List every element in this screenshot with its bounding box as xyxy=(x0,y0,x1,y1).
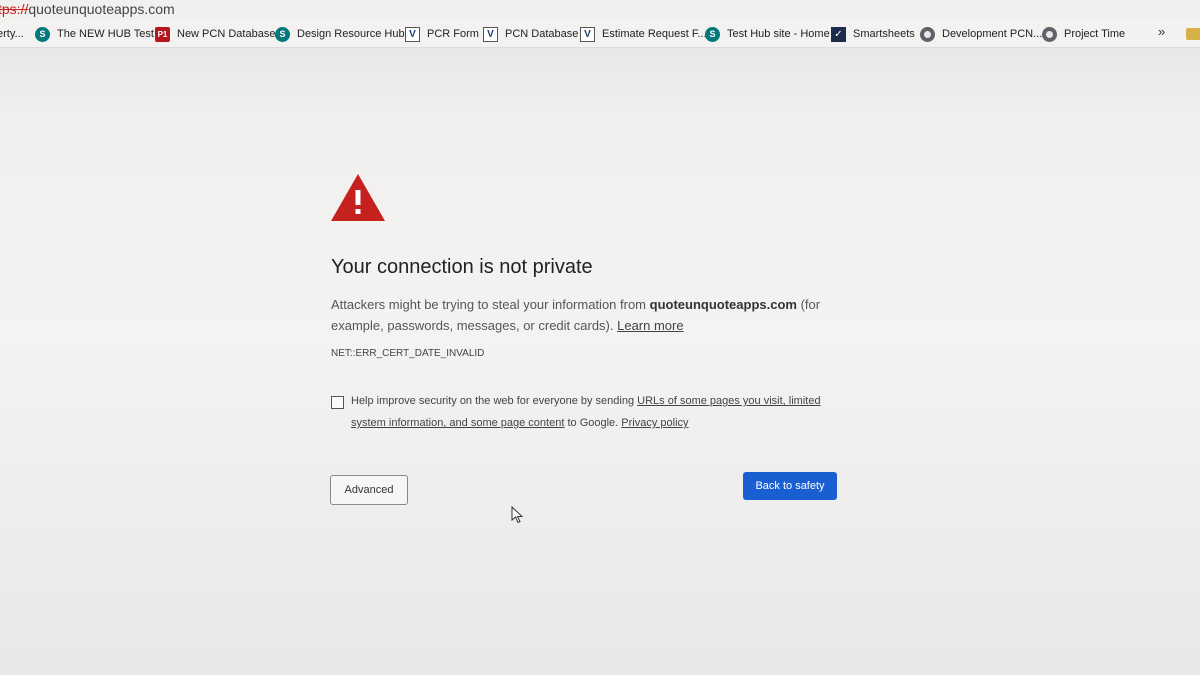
bookmark-label: Smartsheets xyxy=(853,28,915,40)
bookmark-label: New PCN Database xyxy=(177,28,276,40)
bookmark-item[interactable]: Project Time xyxy=(1042,24,1125,44)
globe-icon xyxy=(920,26,935,42)
description-text: Attackers might be trying to steal your … xyxy=(331,297,650,312)
url-host: quoteunquoteapps.com xyxy=(28,1,175,17)
bookmark-item[interactable]: S The NEW HUB Test xyxy=(35,24,154,44)
bookmark-item[interactable]: Development PCN... xyxy=(920,24,1042,44)
bookmark-label: PCN Database xyxy=(505,28,579,40)
warning-triangle-icon xyxy=(331,174,385,221)
bookmark-label: Project Time xyxy=(1064,28,1126,40)
site-domain: quoteunquoteapps.com xyxy=(649,297,797,312)
optin-description: to Google. xyxy=(564,417,622,429)
bookmark-item[interactable]: ✓ Smartsheets xyxy=(831,24,915,44)
bookmarks-bar: erty... S The NEW HUB Test P1 New PCN Da… xyxy=(0,20,1200,48)
url-text[interactable]: tps://quoteunquoteapps.com xyxy=(0,1,175,17)
bookmark-item[interactable]: S Design Resource Hub xyxy=(275,24,405,44)
bookmarks-overflow-button[interactable]: » xyxy=(1158,24,1165,39)
optin-text: Help improve security on the web for eve… xyxy=(351,390,841,434)
warning-description: Attackers might be trying to steal your … xyxy=(331,294,841,336)
bookmark-item[interactable]: erty... xyxy=(0,24,24,44)
page-title: Your connection is not private xyxy=(331,256,593,278)
v-icon: V xyxy=(483,26,498,42)
bookmark-item[interactable]: V PCR Form xyxy=(405,24,479,44)
p1-icon: P1 xyxy=(155,26,170,42)
bookmark-label: erty... xyxy=(0,28,24,40)
sharepoint-icon: S xyxy=(705,26,720,42)
error-code: NET::ERR_CERT_DATE_INVALID xyxy=(331,348,485,359)
bookmark-label: Development PCN... xyxy=(942,28,1043,40)
learn-more-link[interactable]: Learn more xyxy=(617,318,683,333)
sharepoint-icon: S xyxy=(35,26,50,42)
bookmark-item[interactable]: V Estimate Request F... xyxy=(580,24,707,44)
smartsheet-icon: ✓ xyxy=(831,26,846,42)
optin-description: Help improve security on the web for eve… xyxy=(351,395,638,407)
sharepoint-icon: S xyxy=(275,26,290,42)
address-bar[interactable]: tps://quoteunquoteapps.com xyxy=(0,0,1200,20)
bookmark-item[interactable]: S Test Hub site - Home xyxy=(705,24,830,44)
bookmark-label: Test Hub site - Home xyxy=(727,28,830,40)
bookmark-item[interactable]: P1 New PCN Database xyxy=(155,24,275,44)
mouse-pointer-icon xyxy=(511,506,523,524)
url-scheme: tps:// xyxy=(0,1,29,17)
folder-icon[interactable] xyxy=(1186,28,1200,40)
v-icon: V xyxy=(405,26,420,42)
bookmark-label: PCR Form xyxy=(427,28,479,40)
bookmark-label: Design Resource Hub xyxy=(297,28,405,40)
bookmark-label: Estimate Request F... xyxy=(602,28,707,40)
back-to-safety-button[interactable]: Back to safety xyxy=(743,472,837,500)
v-icon: V xyxy=(580,26,595,42)
bookmark-label: The NEW HUB Test xyxy=(57,28,154,40)
advanced-button[interactable]: Advanced xyxy=(330,475,408,505)
bookmark-item[interactable]: V PCN Database xyxy=(483,24,578,44)
privacy-policy-link[interactable]: Privacy policy xyxy=(621,417,688,429)
optin-checkbox[interactable] xyxy=(331,396,344,409)
globe-icon xyxy=(1042,26,1057,42)
